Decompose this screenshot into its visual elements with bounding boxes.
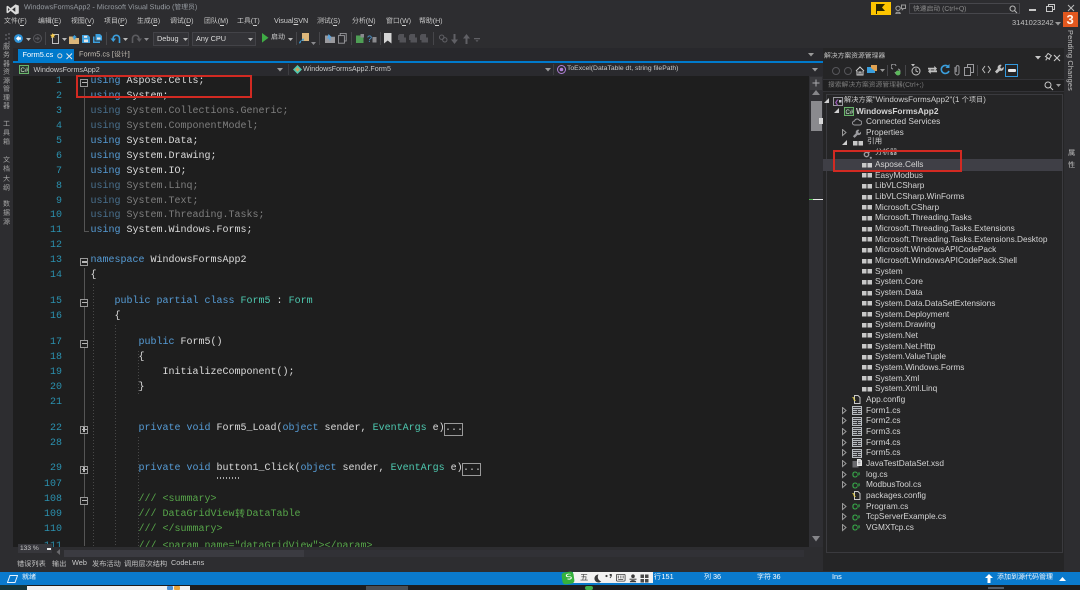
svg-text:#: #: [857, 515, 860, 521]
svg-text:#: #: [857, 472, 860, 478]
svg-text:C#: C#: [21, 68, 29, 74]
svg-text:#: #: [857, 483, 860, 489]
svg-text:#: #: [857, 525, 860, 531]
svg-text:#: #: [857, 504, 860, 510]
svg-text:C#: C#: [846, 110, 854, 116]
svg-text:?: ?: [367, 34, 372, 43]
